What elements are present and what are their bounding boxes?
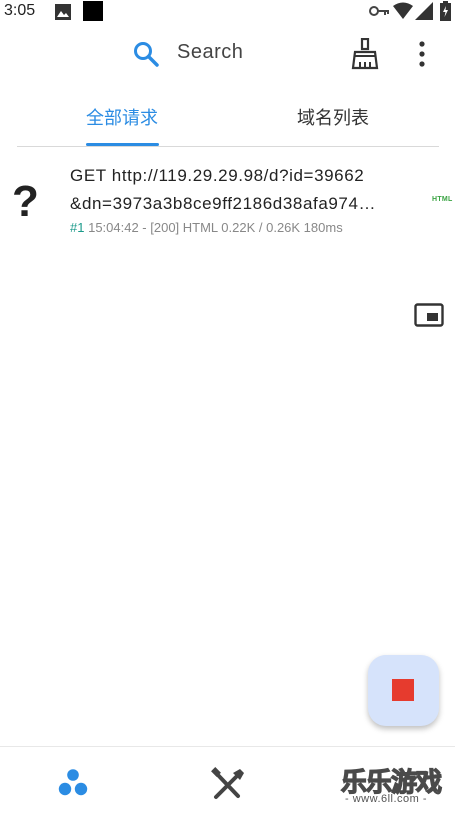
html-badge: HTML (432, 196, 453, 203)
search-icon[interactable] (133, 41, 159, 67)
black-square-icon (83, 1, 103, 21)
question-icon: ? (12, 177, 39, 226)
requests-dots-icon[interactable] (45, 760, 101, 808)
watermark-logo: 乐乐游戏 - www.6ll.com - (340, 762, 453, 808)
search-input[interactable]: Search (177, 41, 243, 64)
request-url-line2: &dn=3973a3b8ce9ff2186d38afa974… (70, 194, 377, 213)
tools-icon[interactable] (200, 760, 256, 808)
vpn-key-icon (369, 6, 389, 16)
battery-charging-icon (440, 1, 451, 21)
request-index: #1 (70, 220, 85, 235)
stop-capture-button[interactable] (368, 655, 439, 726)
status-bar: 3:05 (0, 0, 455, 24)
bottom-nav-divider (0, 746, 455, 747)
tab-divider (17, 146, 439, 147)
tab-domain-list[interactable]: 域名列表 (297, 104, 369, 130)
request-url-line1: GET http://119.29.29.98/d?id=39662 (70, 166, 365, 185)
request-meta: #1 15:04:42 - [200] HTML 0.22K / 0.26K 1… (70, 220, 343, 235)
image-icon (55, 4, 71, 20)
tab-all-requests[interactable]: 全部请求 (86, 104, 158, 130)
request-row[interactable]: ? GET http://119.29.29.98/d?id=39662 &dn… (0, 158, 455, 242)
broom-icon[interactable] (350, 38, 380, 70)
stop-icon (392, 679, 414, 701)
more-vert-icon[interactable] (413, 40, 431, 68)
wifi-icon (393, 2, 413, 19)
signal-icon (415, 2, 433, 20)
request-details: 15:04:42 - [200] HTML 0.22K / 0.26K 180m… (88, 220, 343, 235)
picture-in-picture-icon[interactable] (414, 303, 444, 327)
watermark-url: - www.6ll.com - (345, 793, 428, 805)
status-time: 3:05 (4, 2, 36, 19)
